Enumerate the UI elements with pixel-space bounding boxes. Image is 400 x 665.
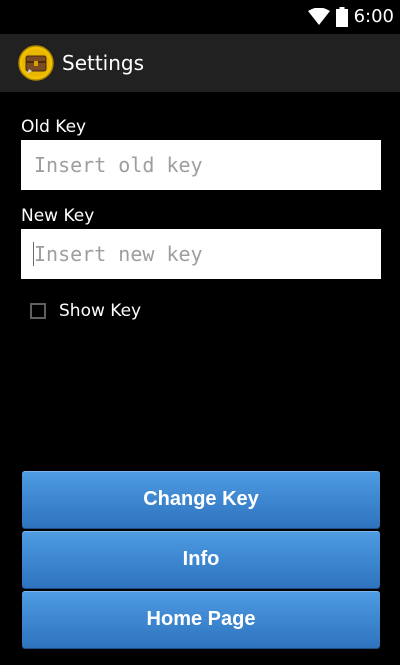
status-time: 6:00 <box>353 6 394 27</box>
new-key-label: New Key <box>21 206 95 226</box>
old-key-label: Old Key <box>21 117 87 137</box>
change-key-button[interactable]: Change Key <box>22 471 380 528</box>
wifi-icon <box>307 8 330 25</box>
show-key-checkbox[interactable] <box>30 303 46 319</box>
treasure-chest-icon <box>18 45 54 81</box>
page-title: Settings <box>62 51 145 75</box>
info-button[interactable]: Info <box>22 531 380 588</box>
battery-icon <box>335 7 348 27</box>
old-key-input[interactable] <box>21 140 381 190</box>
home-page-button[interactable]: Home Page <box>22 591 380 648</box>
status-bar: 6:00 <box>0 0 400 34</box>
action-bar: Settings <box>0 34 400 92</box>
show-key-label[interactable]: Show Key <box>59 301 141 321</box>
status-icons: 6:00 <box>307 6 394 28</box>
show-key-checkbox-row[interactable]: Show Key <box>30 300 141 322</box>
text-cursor <box>33 242 34 266</box>
new-key-input[interactable] <box>21 229 381 279</box>
